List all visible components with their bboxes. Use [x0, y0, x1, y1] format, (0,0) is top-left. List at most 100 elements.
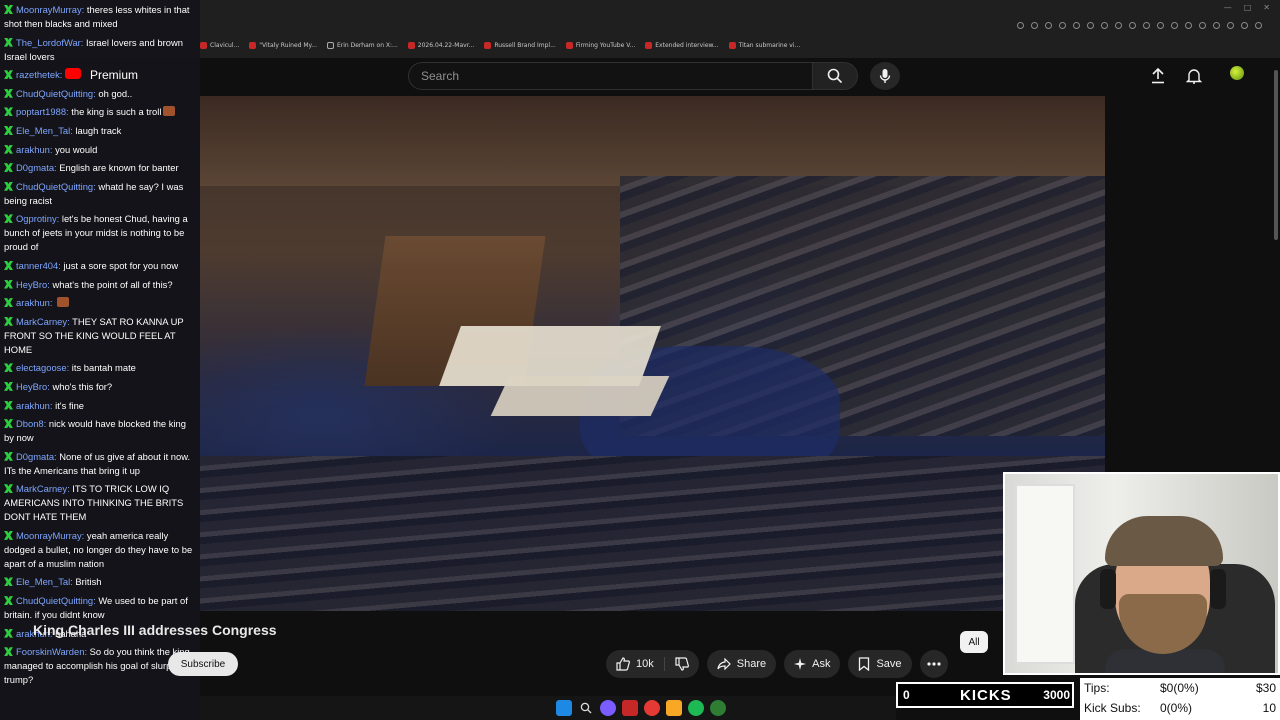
extension-icon[interactable] [1227, 22, 1234, 29]
more-actions-button[interactable] [919, 650, 948, 678]
tips-row: Tips: $0(0%) $30 [1084, 681, 1280, 699]
bookmark-item[interactable]: "Vitaly Ruined My... [249, 38, 317, 52]
tips-value: $0(0%) [1160, 681, 1199, 695]
badge-icon [4, 381, 13, 391]
bookmark-item[interactable]: Firming YouTube V... [565, 38, 635, 52]
extension-icon[interactable] [1185, 22, 1192, 29]
chat-username[interactable]: MarkCarney [16, 483, 67, 494]
chat-username[interactable]: ChudQuietQuitting [16, 88, 93, 99]
extension-icon[interactable] [1101, 22, 1108, 29]
app-icon[interactable] [600, 700, 616, 716]
x-logo-icon [326, 41, 334, 49]
save-button[interactable]: Save [848, 650, 912, 678]
extension-icon[interactable] [1031, 22, 1038, 29]
account-avatar[interactable] [1230, 66, 1244, 80]
file-explorer-icon[interactable] [666, 700, 682, 716]
chat-username[interactable]: D0gmata [16, 451, 54, 462]
chat-username[interactable]: electagoose [16, 362, 67, 373]
windows-start-icon[interactable] [556, 700, 572, 716]
badge-icon [4, 181, 13, 191]
chat-username[interactable]: razethetek [16, 69, 60, 80]
badge-icon [4, 125, 13, 135]
chat-message: MarkCarney: ITS TO TRICK LOW IQ AMERICAN… [4, 482, 196, 524]
chat-username[interactable]: arakhun [16, 144, 50, 155]
extensions-row [1017, 22, 1262, 29]
extension-icon[interactable] [1157, 22, 1164, 29]
bookmark-item[interactable]: Clavicul... [200, 38, 239, 52]
bookmark-item[interactable]: Extended interview... [645, 38, 719, 52]
minimize-icon[interactable]: — [1224, 3, 1232, 12]
browser-app-icon[interactable] [644, 700, 660, 716]
bookmark-item[interactable]: 2026.04.22-Mavr... [407, 38, 474, 52]
youtube-header: Search [200, 58, 1280, 96]
kicks-current: 0 [903, 688, 910, 702]
voice-search-button[interactable] [870, 62, 900, 90]
badge-icon [4, 484, 13, 494]
extension-icon[interactable] [1073, 22, 1080, 29]
subscribe-button[interactable]: Subscribe [168, 652, 238, 676]
extension-icon[interactable] [1017, 22, 1024, 29]
search-taskbar-icon[interactable] [578, 700, 594, 716]
video-player[interactable] [200, 96, 1105, 611]
extension-icon[interactable] [1059, 22, 1066, 29]
chat-username[interactable]: MarkCarney [16, 316, 67, 327]
chat-username[interactable]: Dbon8 [16, 418, 44, 429]
chat-message: Ele_Men_Tal: laugh track [4, 124, 196, 138]
extension-icon[interactable] [1213, 22, 1220, 29]
chat-message: arakhun: you would [4, 143, 196, 157]
search-button[interactable] [812, 62, 858, 90]
chat-username[interactable]: The_LordofWar [16, 37, 81, 48]
app-icon[interactable] [622, 700, 638, 716]
extension-icon[interactable] [1255, 22, 1262, 29]
filter-chip-all[interactable]: All [960, 631, 988, 653]
xbox-icon[interactable] [710, 700, 726, 716]
bookmark-item[interactable]: Erin Derham on X:... [326, 38, 398, 52]
chat-username[interactable]: Ogprotiny [16, 213, 57, 224]
extension-icon[interactable] [1143, 22, 1150, 29]
chat-username[interactable]: Ele_Men_Tal [16, 576, 70, 587]
chat-message: ChudQuietQuitting: We used to be part of… [4, 594, 196, 622]
chat-username[interactable]: MoonrayMurray [16, 530, 82, 541]
chat-username[interactable]: ChudQuietQuitting [16, 595, 93, 606]
chat-username[interactable]: ChudQuietQuitting [16, 181, 93, 192]
extension-icon[interactable] [1115, 22, 1122, 29]
bookmark-icon [728, 41, 736, 49]
extension-icon[interactable] [1087, 22, 1094, 29]
extension-icon[interactable] [1241, 22, 1248, 29]
extension-icon[interactable] [1129, 22, 1136, 29]
share-button[interactable]: Share [706, 650, 777, 678]
badge-icon [4, 530, 13, 540]
spotify-icon[interactable] [688, 700, 704, 716]
youtube-logo-icon [65, 68, 81, 80]
like-button[interactable]: 10k [606, 657, 665, 671]
chat-message: Dbon8: nick would have blocked the king … [4, 417, 196, 445]
chat-text: Premium [90, 68, 139, 83]
badge-icon [4, 596, 13, 606]
chat-username[interactable]: MoonrayMurray [16, 4, 82, 15]
chat-username[interactable]: FoorskinWarden [16, 646, 84, 657]
extension-icon[interactable] [1171, 22, 1178, 29]
chat-username[interactable]: Ele_Men_Tal [16, 125, 70, 136]
ask-button[interactable]: Ask [784, 650, 841, 678]
dislike-button[interactable] [665, 657, 699, 671]
bookmark-item[interactable]: Titan submarine vi... [728, 38, 800, 52]
extension-icon[interactable] [1199, 22, 1206, 29]
chat-username[interactable]: HeyBro [16, 381, 47, 392]
kicks-label: KICKS [960, 687, 1012, 704]
extension-icon[interactable] [1045, 22, 1052, 29]
chat-username[interactable]: poptart1988 [16, 106, 66, 117]
close-icon[interactable]: ✕ [1263, 3, 1270, 12]
chat-username[interactable]: D0gmata [16, 162, 54, 173]
chat-username[interactable]: arakhun [16, 400, 50, 411]
upload-button[interactable] [1148, 66, 1168, 86]
chat-username[interactable]: tanner404 [16, 260, 58, 271]
taskbar-icons [556, 700, 726, 716]
chat-username[interactable]: arakhun [16, 297, 50, 308]
notifications-button[interactable] [1184, 66, 1204, 86]
badge-icon [4, 279, 13, 289]
maximize-icon[interactable]: □ [1244, 3, 1252, 12]
search-input[interactable]: Search [408, 62, 812, 90]
bookmark-item[interactable]: Russell Brand Impl... [484, 38, 556, 52]
chat-username[interactable]: HeyBro [16, 279, 47, 290]
scrollbar-thumb[interactable] [1274, 70, 1278, 240]
